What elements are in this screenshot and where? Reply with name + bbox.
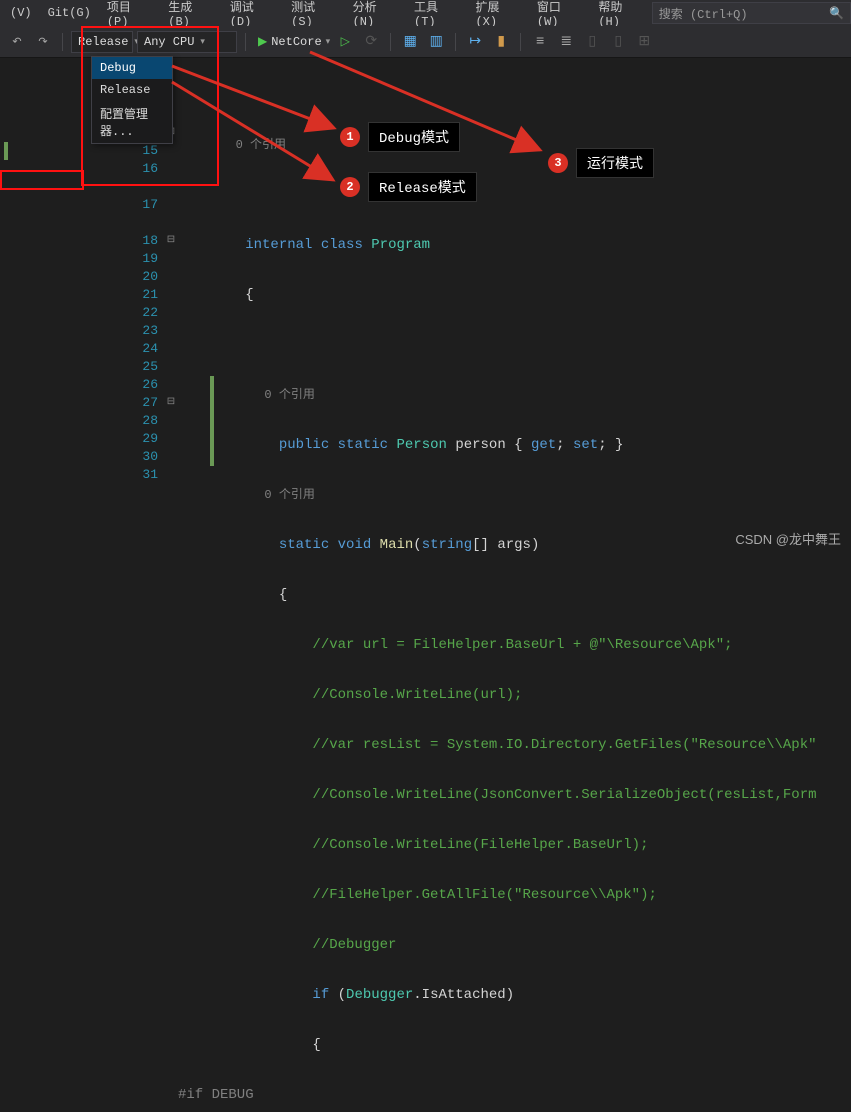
menubar: (V) Git(G) 项目(P) 生成(B) 调试(D) 测试(S) 分析(N)… [0, 0, 851, 26]
separator [520, 33, 521, 51]
search-input[interactable]: 搜索 (Ctrl+Q) 🔍 [652, 2, 851, 24]
code-line: { [178, 1036, 851, 1054]
annotation-label: Debug模式 [368, 122, 460, 152]
code-line: public static Person person { get; set; … [178, 436, 851, 454]
platform-label: Any CPU [144, 35, 194, 49]
toolbar-icon[interactable]: ▮ [490, 31, 512, 53]
code-line: { [178, 586, 851, 604]
toolbar-icon[interactable]: ▯ [607, 31, 629, 53]
annotation-label: 运行模式 [576, 148, 654, 178]
codelens-reference[interactable]: 0 个引用 [178, 386, 851, 404]
search-icon: 🔍 [829, 6, 844, 21]
toolbar: ↶ ↷ Release ▾ Any CPU ▾ ▶ NetCore ▾ ▷ ⟳ … [0, 26, 851, 58]
code-line: //Debugger [178, 936, 851, 954]
code-line: //FileHelper.GetAllFile("Resource\\Apk")… [178, 886, 851, 904]
code-line: //var resList = System.IO.Directory.GetF… [178, 736, 851, 754]
nav-forward-icon[interactable]: ↷ [32, 31, 54, 53]
code-line: //Console.WriteLine(url); [178, 686, 851, 704]
outdent-icon[interactable]: ≡ [529, 31, 551, 53]
start-without-debug-icon[interactable]: ▷ [334, 31, 356, 53]
codelens-reference[interactable]: 0 个引用 [178, 486, 851, 504]
annotation-label: Release模式 [368, 172, 477, 202]
hot-reload-icon[interactable]: ⟳ [360, 31, 382, 53]
caret-icon: ▾ [200, 37, 205, 47]
annotation-1: 1 Debug模式 [340, 122, 460, 152]
dropdown-item-config-manager[interactable]: 配置管理器... [92, 101, 172, 143]
nav-back-icon[interactable]: ↶ [6, 31, 28, 53]
annotation-number: 2 [340, 177, 360, 197]
code-line: { [178, 286, 851, 304]
menu-git[interactable]: Git(G) [40, 2, 99, 24]
toolbar-icon[interactable]: ▯ [581, 31, 603, 53]
toolbar-icon[interactable]: ↦ [464, 31, 486, 53]
config-dropdown: Debug Release 配置管理器... [91, 56, 173, 144]
codelens-reference[interactable]: 0 个引用 [178, 136, 851, 154]
dropdown-item-release[interactable]: Release [92, 79, 172, 101]
code-line: if (Debugger.IsAttached) [178, 986, 851, 1004]
caret-icon: ▾ [326, 37, 331, 47]
separator [455, 33, 456, 51]
toolbar-icon[interactable]: ▦ [399, 31, 421, 53]
indent-icon[interactable]: ≣ [555, 31, 577, 53]
menu-view[interactable]: (V) [2, 2, 40, 24]
fold-column[interactable]: ⊟ ⊟ ⊟ [164, 80, 178, 556]
annotation-number: 1 [340, 127, 360, 147]
line-numbers: 1314 1516 1718 192021 222324 252627 2829… [14, 80, 164, 556]
annotation-number: 3 [548, 153, 568, 173]
config-selector[interactable]: Release ▾ [71, 31, 133, 53]
separator [62, 33, 63, 51]
search-placeholder: 搜索 (Ctrl+Q) [659, 5, 748, 22]
start-debug-button[interactable]: ▶ NetCore ▾ [258, 34, 330, 49]
annotation-3: 3 运行模式 [548, 148, 654, 178]
marker-margin [0, 80, 14, 556]
separator [245, 33, 246, 51]
code-line: //Console.WriteLine(JsonConvert.Serializ… [178, 786, 851, 804]
toolbar-icon[interactable]: ▥ [425, 31, 447, 53]
separator [390, 33, 391, 51]
annotation-2: 2 Release模式 [340, 172, 477, 202]
code-line: //Console.WriteLine(FileHelper.BaseUrl); [178, 836, 851, 854]
code-line: //var url = FileHelper.BaseUrl + @"\Reso… [178, 636, 851, 654]
watermark: CSDN @龙中舞王 [735, 529, 841, 548]
toolbar-icon[interactable]: ⊞ [633, 31, 655, 53]
play-icon: ▶ [258, 34, 267, 49]
code-area[interactable]: 0 个引用 internal class Program { 0 个引用 pub… [178, 80, 851, 556]
code-line: internal class Program [178, 236, 851, 254]
code-line [178, 336, 851, 354]
code-line: #if DEBUG [178, 1086, 851, 1104]
run-target-label: NetCore [271, 35, 321, 49]
dropdown-item-debug[interactable]: Debug [92, 57, 172, 79]
platform-selector[interactable]: Any CPU ▾ [137, 31, 237, 53]
config-label: Release [78, 35, 128, 49]
